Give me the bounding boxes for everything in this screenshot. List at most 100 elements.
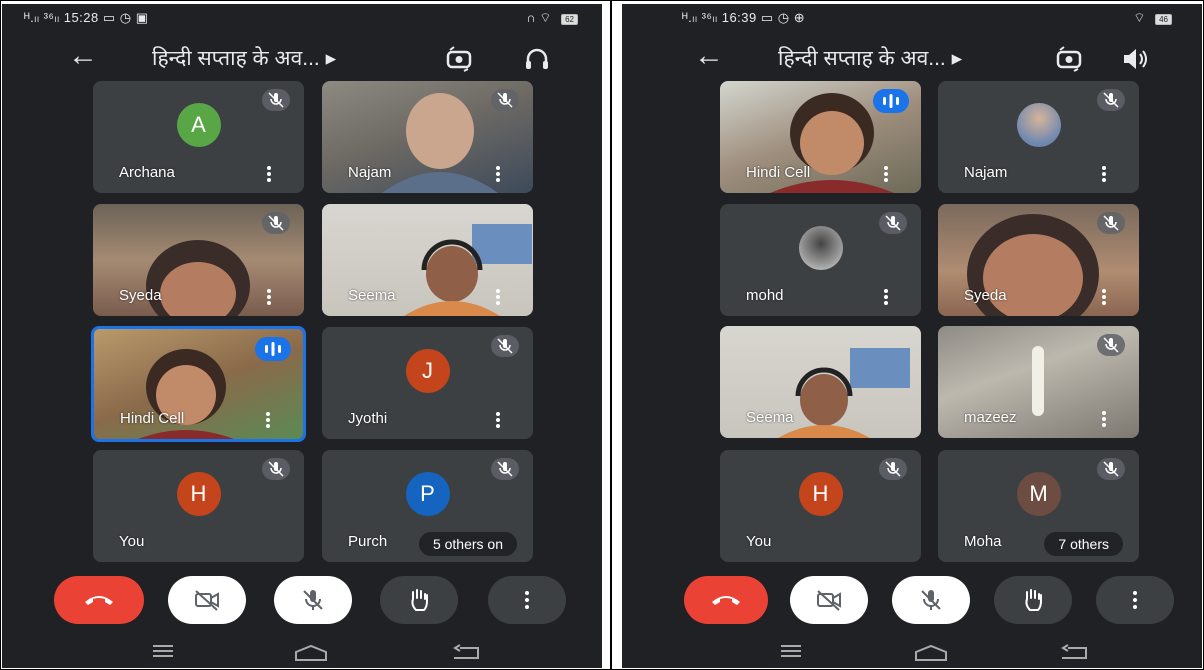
more-options-icon[interactable] (266, 165, 272, 183)
panel-divider (610, 0, 612, 670)
phone-screen-left: ᴴ.ₗₗ ³⁶ₗₗ 15:28 ▭ ◷ ▣ ∩ ⌔ 62 ← हिन्दी सप… (2, 4, 602, 668)
wifi-icon: ⌔ (1133, 10, 1146, 25)
end-call-icon (712, 596, 740, 605)
participant-tile-jyothi[interactable]: J Jyothi (322, 327, 533, 439)
participant-tile-others[interactable]: M Moha 7 others (938, 450, 1139, 562)
mic-muted-icon (879, 458, 907, 480)
status-bar: ᴴ.ₗₗ ³⁶ₗₗ 16:39 ▭ ◷ ⊕ ⌔ 46 (622, 6, 1202, 30)
participant-name: Moha (964, 533, 1002, 550)
participant-tile-others[interactable]: P Purch 5 others on (322, 450, 533, 562)
phone-screen-right: ᴴ.ₗₗ ³⁶ₗₗ 16:39 ▭ ◷ ⊕ ⌔ 46 ← हिन्दी सप्त… (622, 4, 1202, 668)
more-options-icon[interactable] (1101, 410, 1107, 428)
participant-name: Seema (746, 409, 794, 426)
more-options-icon[interactable] (495, 165, 501, 183)
camera-switch-icon[interactable] (444, 44, 474, 74)
mic-muted-icon (491, 335, 519, 357)
avatar: A (176, 103, 221, 147)
more-options-icon[interactable] (265, 411, 271, 429)
camera-switch-icon[interactable] (1054, 44, 1084, 74)
participant-tile-you[interactable]: H You (720, 450, 921, 562)
avatar: J (405, 349, 450, 393)
back-nav-icon[interactable] (1060, 644, 1088, 660)
participant-name: Archana (119, 164, 175, 181)
raise-hand-button[interactable] (994, 576, 1072, 624)
back-nav-icon[interactable] (452, 644, 480, 660)
end-call-icon (85, 596, 113, 605)
home-icon[interactable] (294, 644, 328, 662)
participant-tile-archana[interactable]: A Archana (93, 81, 304, 193)
more-options-icon[interactable] (1101, 165, 1107, 183)
camera-toggle-button[interactable] (168, 576, 246, 624)
participant-tile-hindi-cell[interactable]: Hindi Cell (91, 326, 306, 442)
back-arrow-icon[interactable]: ← (68, 38, 98, 74)
raise-hand-icon (1025, 589, 1042, 611)
raise-hand-button[interactable] (380, 576, 458, 624)
more-button[interactable] (1096, 576, 1174, 624)
avatar: H (176, 472, 221, 516)
status-right: ⌔ 46 (1133, 10, 1172, 26)
participant-name: Najam (964, 164, 1008, 181)
more-options-icon[interactable] (266, 288, 272, 306)
speaking-indicator-icon (255, 337, 291, 361)
status-left: ᴴ.ₗₗ ³⁶ₗₗ 15:28 ▭ ◷ ▣ (24, 10, 149, 25)
participant-tile-seema[interactable]: Seema (322, 204, 533, 316)
avatar-photo (798, 226, 843, 270)
participant-tile-you[interactable]: H You (93, 450, 304, 562)
participant-tile-hindi-cell[interactable]: Hindi Cell (720, 81, 921, 193)
mic-muted-icon (491, 89, 519, 111)
participant-tile-najam[interactable]: Najam (322, 81, 533, 193)
status-bar: ᴴ.ₗₗ ³⁶ₗₗ 15:28 ▭ ◷ ▣ ∩ ⌔ 62 (2, 6, 602, 30)
participant-name: Hindi Cell (120, 410, 185, 427)
meeting-title[interactable]: हिन्दी सप्ताह के अव... ▸ (152, 44, 336, 72)
participant-name: Hindi Cell (746, 164, 811, 181)
back-arrow-icon[interactable]: ← (694, 38, 724, 74)
participant-tile-mohd[interactable]: mohd (720, 204, 921, 316)
meeting-top-bar: ← हिन्दी सप्ताह के अव... ▸ (622, 38, 1202, 78)
end-call-button[interactable] (54, 576, 144, 624)
recents-icon[interactable] (780, 644, 802, 658)
mic-toggle-button[interactable] (274, 576, 352, 624)
camera-off-icon (195, 590, 219, 611)
mic-muted-icon (1097, 89, 1125, 111)
participant-tile-syeda[interactable]: Syeda (93, 204, 304, 316)
participant-name: mazeez (964, 409, 1017, 426)
recents-icon[interactable] (152, 644, 174, 658)
participant-name: You (119, 533, 145, 550)
mic-toggle-button[interactable] (892, 576, 970, 624)
others-count[interactable]: 7 others (1044, 532, 1123, 556)
participant-tile-syeda[interactable]: Syeda (938, 204, 1139, 316)
status-left: ᴴ.ₗₗ ³⁶ₗₗ 16:39 ▭ ◷ ⊕ (682, 10, 806, 25)
meeting-title[interactable]: हिन्दी सप्ताह के अव... ▸ (778, 44, 962, 72)
participant-name: Purch (348, 533, 388, 550)
more-button[interactable] (488, 576, 566, 624)
home-icon[interactable] (914, 644, 948, 662)
participant-tile-seema[interactable]: Seema (720, 326, 921, 438)
others-count[interactable]: 5 others on (418, 532, 517, 556)
more-options-icon[interactable] (1101, 288, 1107, 306)
mic-muted-icon (879, 212, 907, 234)
participant-name: Syeda (964, 287, 1007, 304)
camera-toggle-button[interactable] (790, 576, 868, 624)
more-options-icon[interactable] (495, 411, 501, 429)
headphones-icon[interactable] (522, 44, 552, 74)
more-icon (1133, 591, 1137, 609)
name-tail: on (487, 536, 503, 552)
participant-name: Seema (348, 287, 396, 304)
speaker-icon[interactable] (1120, 44, 1150, 74)
more-icon (525, 591, 529, 609)
status-right: ∩ ⌔ 62 (526, 10, 578, 26)
participant-name: Najam (348, 164, 392, 181)
end-call-button[interactable] (684, 576, 768, 624)
speaking-indicator-icon (873, 89, 909, 113)
participant-tile-mazeez[interactable]: mazeez (938, 326, 1139, 438)
android-nav-bar (622, 638, 1202, 668)
headphones-status-icon: ∩ (526, 10, 536, 25)
participant-tile-najam[interactable]: Najam (938, 81, 1139, 193)
mic-off-icon (921, 590, 941, 610)
more-options-icon[interactable] (495, 288, 501, 306)
more-options-icon[interactable] (883, 165, 889, 183)
camera-off-icon (817, 590, 841, 611)
mic-muted-icon (262, 458, 290, 480)
more-options-icon[interactable] (883, 288, 889, 306)
mic-muted-icon (491, 458, 519, 480)
